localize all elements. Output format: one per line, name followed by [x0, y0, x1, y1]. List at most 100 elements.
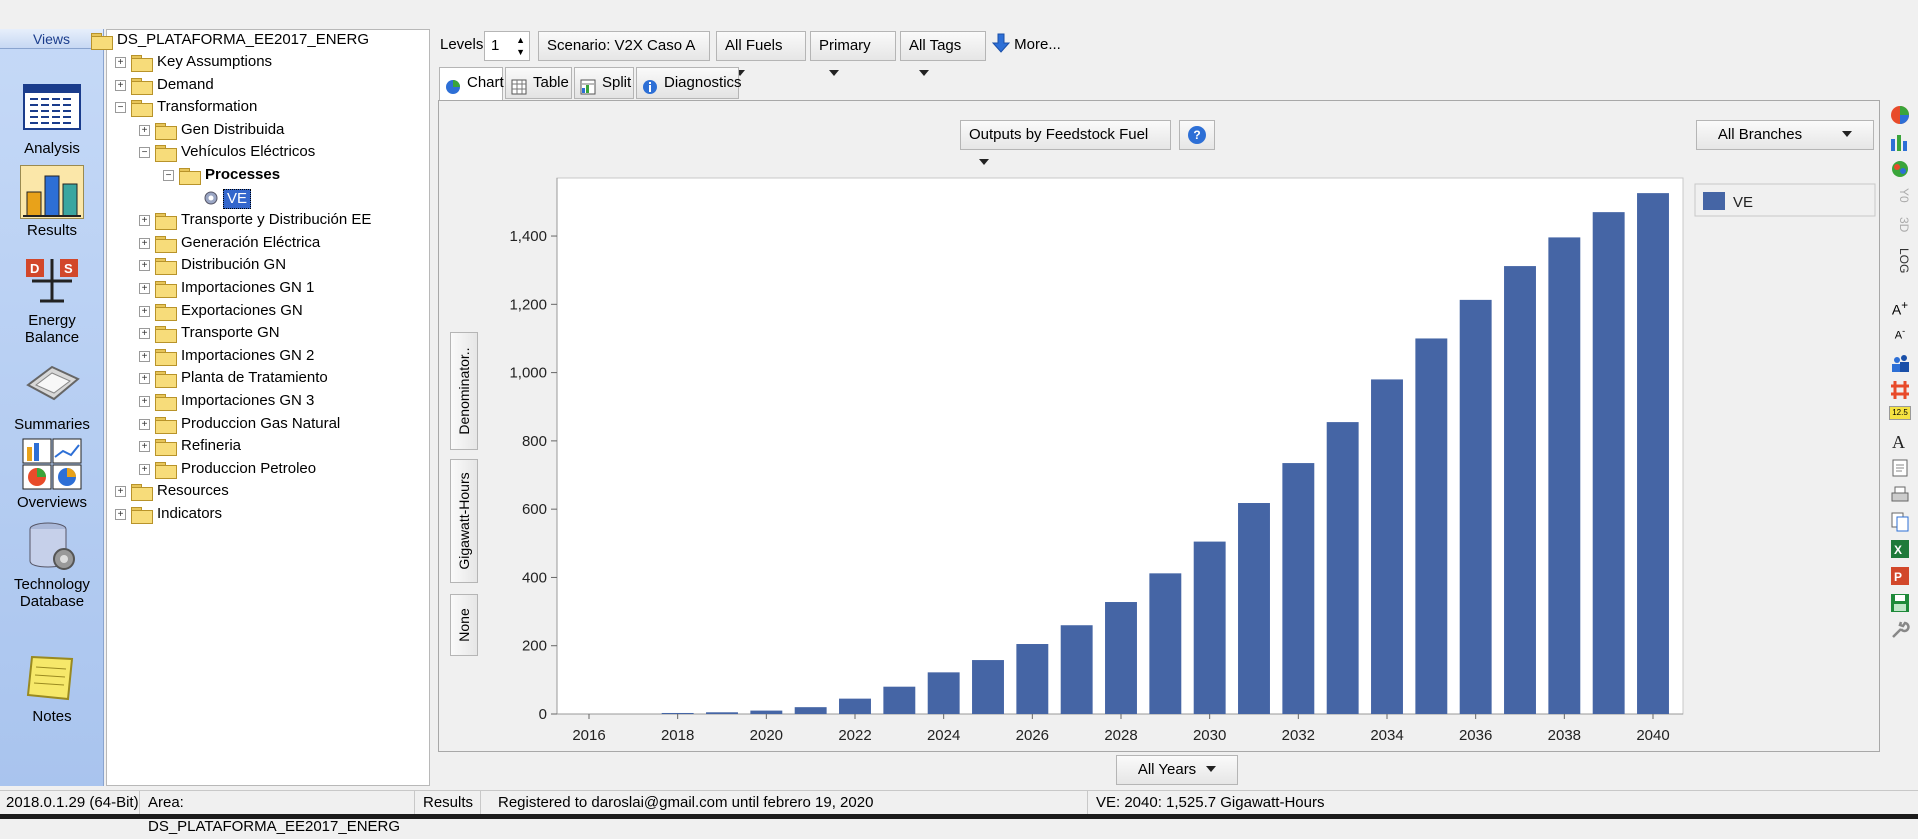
- bar-2030[interactable]: [1193, 541, 1226, 714]
- tree-node[interactable]: + Planta de Tratamiento: [107, 368, 427, 389]
- grid-icon[interactable]: [1889, 379, 1911, 401]
- collapse-icon[interactable]: −: [115, 102, 126, 114]
- expand-icon[interactable]: +: [139, 396, 150, 407]
- save-icon[interactable]: [1889, 592, 1911, 614]
- tree-node[interactable]: − Vehículos Eléctricos: [107, 142, 427, 163]
- tab-table[interactable]: Table: [505, 67, 572, 99]
- tree-node[interactable]: + Transporte GN: [107, 323, 427, 344]
- expand-icon[interactable]: +: [139, 283, 150, 294]
- expand-icon[interactable]: +: [115, 79, 126, 91]
- view-results[interactable]: Results: [0, 165, 104, 239]
- bar-2020[interactable]: [750, 710, 783, 714]
- users-icon[interactable]: [1889, 352, 1911, 374]
- bar-2034[interactable]: [1371, 379, 1403, 714]
- spinner-arrows-icon[interactable]: ▲ ▼: [516, 34, 525, 58]
- tree-node[interactable]: + Resources: [107, 481, 427, 502]
- collapse-icon[interactable]: −: [139, 147, 150, 159]
- expand-icon[interactable]: +: [139, 237, 150, 249]
- tree-node[interactable]: + Gen Distribuida: [107, 120, 427, 140]
- bar-2038[interactable]: [1548, 237, 1581, 715]
- expand-icon[interactable]: +: [139, 418, 150, 430]
- bar-2028[interactable]: [1105, 602, 1137, 714]
- bar-2026[interactable]: [1016, 644, 1049, 714]
- log-button[interactable]: LOG: [1889, 246, 1911, 276]
- tree-node[interactable]: + Produccion Gas Natural: [107, 414, 427, 434]
- print-preview-icon[interactable]: [1889, 457, 1911, 479]
- expand-icon[interactable]: +: [115, 509, 126, 520]
- wrench-icon[interactable]: [1889, 619, 1911, 641]
- view-analysis[interactable]: Analysis: [0, 83, 104, 157]
- tree-node[interactable]: + Generación Eléctrica: [107, 233, 427, 253]
- levels-spinner[interactable]: 1 ▲ ▼: [484, 31, 530, 61]
- bar-2019[interactable]: [706, 712, 738, 714]
- tree-node[interactable]: + Importaciones GN 2: [107, 346, 427, 366]
- fuels-dropdown[interactable]: All Fuels: [716, 31, 806, 76]
- tree-node[interactable]: + Transporte y Distribución EE: [107, 210, 427, 231]
- view-energy-balance[interactable]: D S Energy Balance: [0, 255, 104, 346]
- expand-icon[interactable]: +: [139, 350, 150, 362]
- tree-node[interactable]: + Refineria: [107, 436, 427, 457]
- 3d-button[interactable]: 3D: [1889, 214, 1911, 236]
- expand-icon[interactable]: +: [139, 463, 150, 475]
- font-smaller-icon[interactable]: A-: [1889, 326, 1911, 348]
- tab-diagnostics[interactable]: Diagnostics: [636, 67, 742, 99]
- bar-2024[interactable]: [927, 672, 960, 714]
- bar-2039[interactable]: [1592, 212, 1625, 714]
- expand-icon[interactable]: +: [139, 441, 150, 453]
- units-button[interactable]: Gigawatt-Hours: [450, 459, 478, 583]
- tree-node[interactable]: + Produccion Petroleo: [107, 459, 427, 479]
- tree-node[interactable]: VE: [107, 188, 427, 209]
- primary-dropdown[interactable]: Primary: [810, 31, 896, 76]
- bar-2035[interactable]: [1415, 338, 1448, 714]
- bar-2031[interactable]: [1238, 503, 1270, 714]
- tree-node[interactable]: + Distribución GN: [107, 255, 427, 276]
- tab-split[interactable]: Split: [574, 67, 634, 99]
- bar-2021[interactable]: [794, 707, 827, 714]
- tree-node[interactable]: + Key Assumptions: [107, 52, 427, 72]
- expand-icon[interactable]: +: [139, 305, 150, 317]
- tree-node[interactable]: + Demand: [107, 75, 427, 95]
- more-button[interactable]: More...: [991, 30, 1074, 62]
- denominator-button[interactable]: Denominator..: [450, 332, 478, 450]
- expand-icon[interactable]: +: [139, 328, 150, 340]
- bar-2029[interactable]: [1149, 573, 1182, 714]
- pie-chart-icon[interactable]: [1889, 104, 1911, 126]
- bar-2037[interactable]: [1504, 266, 1536, 714]
- expand-icon[interactable]: +: [115, 57, 126, 68]
- none-button[interactable]: None: [450, 594, 478, 656]
- tree-node[interactable]: − Transformation: [107, 97, 427, 118]
- tab-chart[interactable]: Chart: [439, 67, 504, 101]
- bar-2032[interactable]: [1282, 463, 1315, 714]
- bar-2027[interactable]: [1060, 625, 1093, 714]
- tree-node[interactable]: + Exportaciones GN: [107, 301, 427, 321]
- tags-dropdown[interactable]: All Tags: [900, 31, 986, 76]
- tree-node[interactable]: + Indicators: [107, 504, 427, 524]
- tree-node[interactable]: DS_PLATAFORMA_EE2017_ENERG: [91, 30, 427, 50]
- y0-button[interactable]: Y0: [1889, 184, 1911, 206]
- powerpoint-icon[interactable]: P: [1889, 565, 1911, 587]
- excel-icon[interactable]: X: [1889, 538, 1911, 560]
- expand-icon[interactable]: +: [139, 260, 150, 272]
- bar-2023[interactable]: [883, 686, 916, 714]
- expand-icon[interactable]: +: [139, 373, 150, 385]
- years-dropdown[interactable]: All Years: [1116, 755, 1238, 785]
- view-notes[interactable]: Notes: [0, 651, 104, 725]
- bar-chart-icon[interactable]: [1889, 131, 1911, 153]
- copy-icon[interactable]: [1889, 511, 1911, 533]
- expand-icon[interactable]: +: [115, 486, 126, 498]
- bar-2025[interactable]: [972, 660, 1004, 714]
- decimal-icon[interactable]: 12.5: [1889, 406, 1911, 420]
- view-overviews[interactable]: Overviews: [0, 437, 104, 511]
- bar-2018[interactable]: [661, 712, 694, 714]
- bar-2036[interactable]: [1459, 299, 1492, 714]
- view-summaries[interactable]: Summaries: [0, 359, 104, 433]
- bar-2040[interactable]: [1637, 193, 1669, 714]
- tree-node[interactable]: + Importaciones GN 3: [107, 391, 427, 411]
- print-icon[interactable]: [1889, 484, 1911, 506]
- font-larger-icon[interactable]: A+: [1889, 299, 1911, 321]
- palette-icon[interactable]: [1889, 158, 1911, 180]
- expand-icon[interactable]: +: [139, 215, 150, 227]
- tree-node[interactable]: − Processes: [107, 165, 427, 185]
- view-technology-database[interactable]: Technology Database: [0, 519, 104, 610]
- expand-icon[interactable]: +: [139, 124, 150, 136]
